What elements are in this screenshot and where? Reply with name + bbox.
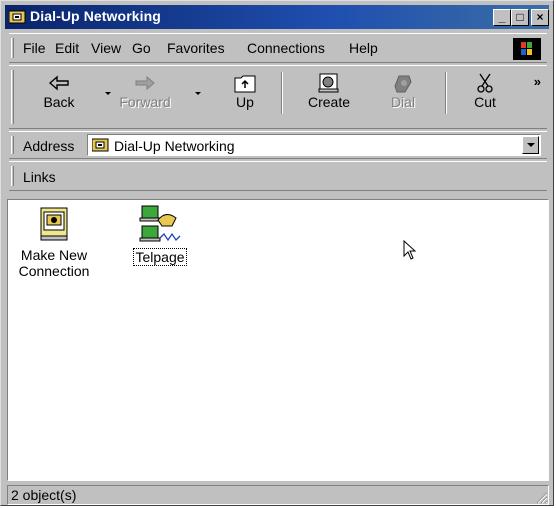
forward-dropdown-icon[interactable] — [195, 92, 201, 95]
address-value: Dial-Up Networking — [114, 138, 235, 154]
minimize-button[interactable]: _ — [493, 9, 511, 26]
menu-file[interactable]: File — [23, 40, 46, 56]
up-button[interactable]: Up — [217, 70, 273, 116]
links-label[interactable]: Links — [23, 169, 56, 185]
forward-arrow-icon — [135, 75, 155, 91]
menu-go[interactable]: Go — [132, 40, 151, 56]
resize-grip-icon[interactable] — [534, 490, 548, 504]
list-item[interactable]: Telpage — [122, 204, 198, 266]
back-button[interactable]: Back — [31, 70, 87, 116]
window-title: Dial-Up Networking — [30, 8, 161, 24]
mouse-cursor-icon — [403, 240, 417, 260]
make-new-connection-icon — [40, 207, 68, 241]
menu-help[interactable]: Help — [349, 40, 378, 56]
toolbar-grip[interactable] — [11, 70, 14, 124]
menu-connections[interactable]: Connections — [247, 40, 325, 56]
item-label: Connection — [18, 263, 90, 279]
create-button[interactable]: Create — [301, 70, 357, 116]
address-label: Address — [23, 138, 75, 154]
status-pane: 2 object(s) — [7, 485, 549, 505]
address-dropdown-button[interactable] — [522, 136, 539, 154]
scissors-icon — [477, 73, 493, 93]
address-input[interactable]: Dial-Up Networking — [87, 134, 541, 156]
item-label: Telpage — [133, 248, 187, 266]
file-view[interactable]: Make New Connection Telpage — [7, 199, 549, 481]
dial-button[interactable]: Dial — [375, 70, 431, 116]
standard-toolbar: Back Forward Up Create Dial Cut » — [9, 65, 547, 129]
menu-view[interactable]: View — [91, 40, 121, 56]
close-button[interactable]: × — [531, 9, 549, 26]
maximize-button[interactable]: □ — [511, 9, 529, 26]
links-bar: Links — [9, 161, 547, 191]
dialup-folder-icon — [92, 138, 109, 152]
toolbar-overflow-chevron[interactable]: » — [534, 74, 541, 89]
cut-button[interactable]: Cut — [457, 70, 513, 116]
list-item[interactable]: Make New Connection — [16, 206, 92, 279]
menu-grip[interactable] — [11, 38, 14, 58]
menu-edit[interactable]: Edit — [55, 40, 79, 56]
back-arrow-icon — [48, 75, 69, 91]
links-grip[interactable] — [11, 166, 14, 186]
item-label: Make New — [20, 247, 88, 263]
window: Dial-Up Networking _ □ × File Edit View … — [0, 0, 554, 506]
forward-button[interactable]: Forward — [117, 70, 173, 116]
status-text: 2 object(s) — [11, 487, 77, 503]
address-bar: Address Dial-Up Networking — [9, 131, 547, 159]
title-bar[interactable]: Dial-Up Networking _ □ × — [5, 5, 549, 29]
status-bar: 2 object(s) — [7, 485, 549, 505]
create-connection-icon — [318, 73, 339, 93]
dial-phone-icon — [394, 75, 412, 93]
address-grip[interactable] — [11, 136, 14, 154]
windows-logo-icon — [513, 38, 541, 60]
menu-favorites[interactable]: Favorites — [167, 40, 225, 56]
menu-bar: File Edit View Go Favorites Connections … — [9, 33, 547, 63]
telpage-connection-icon — [139, 205, 181, 242]
up-folder-icon — [234, 75, 256, 93]
toolbar-separator — [445, 72, 447, 114]
back-dropdown-icon[interactable] — [105, 92, 111, 95]
toolbar-separator — [281, 72, 283, 114]
dialup-folder-icon — [9, 10, 26, 24]
